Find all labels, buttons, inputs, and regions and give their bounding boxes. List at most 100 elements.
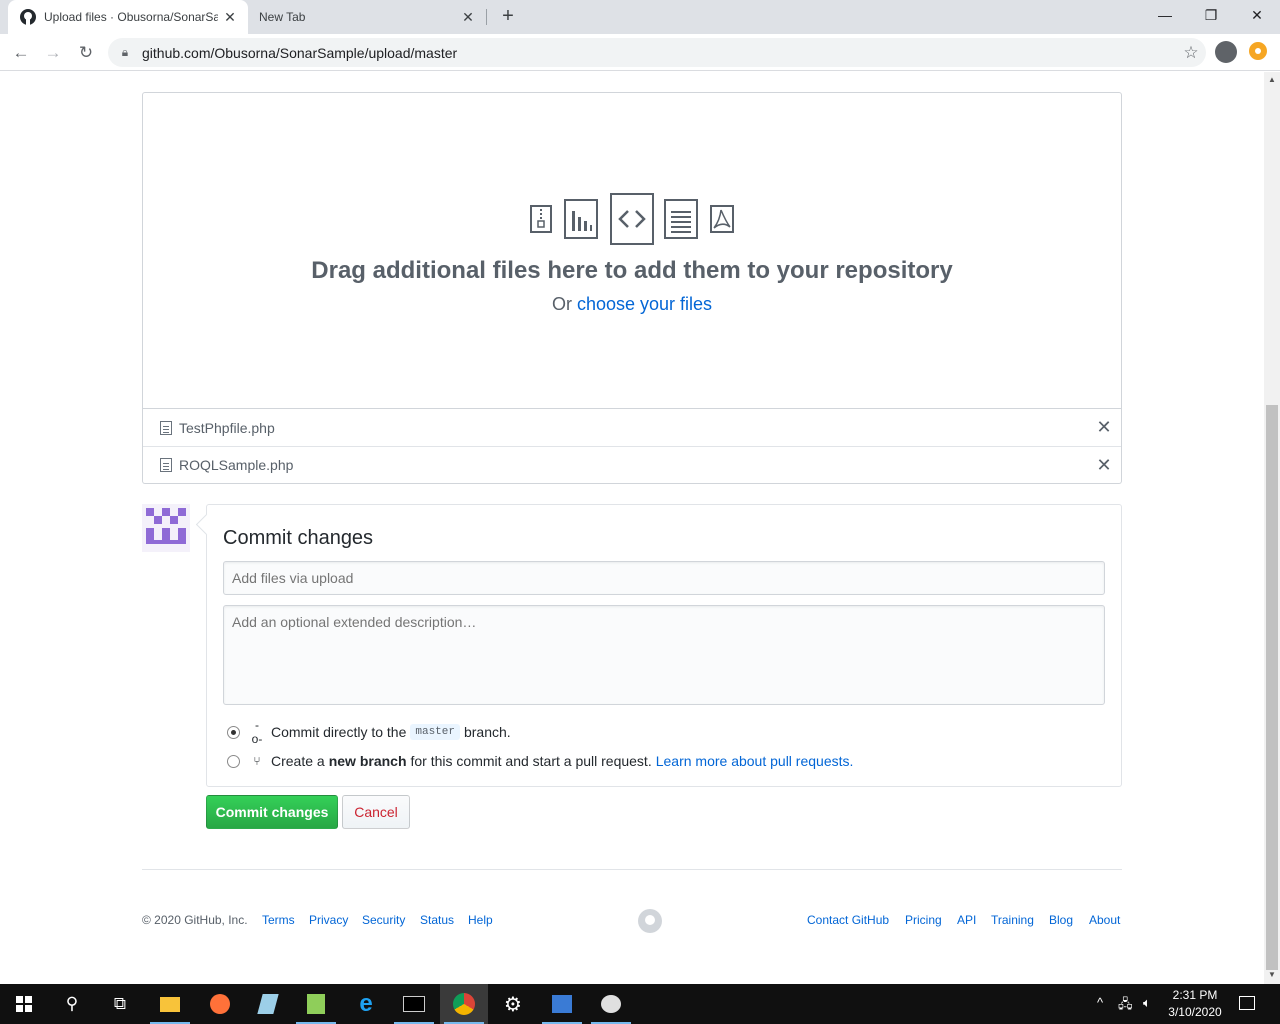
settings-gear-icon[interactable]: ⚙ (489, 984, 537, 1024)
firefox-icon[interactable] (196, 984, 244, 1024)
network-status-icon[interactable]: 🖧︎ (1118, 995, 1133, 1017)
file-icon (160, 458, 172, 472)
tab-strip: Upload files · Obusorna/SonarSample ✕ Ne… (0, 0, 1280, 34)
search-icon[interactable]: ⚲ (48, 984, 96, 1024)
tab-new-tab[interactable]: New Tab ✕ (248, 0, 486, 34)
footer: © 2020 GitHub, Inc. Terms Privacy Securi… (142, 909, 1122, 933)
footer-link-security[interactable]: Security (362, 913, 405, 927)
tray-overflow-icon[interactable]: ^ (1097, 995, 1103, 1010)
tab-upload-files[interactable]: Upload files · Obusorna/SonarSample ✕ (8, 0, 248, 34)
task-view-icon[interactable]: ⧉ (96, 984, 144, 1024)
taskbar: ⚲ ⧉ e ⚙ ^ 🖧︎ 🔈︎ 2:31 PM 3/10/2020 (0, 984, 1280, 1024)
cancel-button[interactable]: Cancel (342, 795, 410, 829)
page-content: Drag additional files here to add them t… (0, 72, 1264, 984)
action-center-icon[interactable] (1239, 996, 1255, 1010)
commit-direct-option[interactable]: -o- Commit directly to the master branch… (227, 718, 511, 746)
footer-link-help[interactable]: Help (468, 913, 493, 927)
reload-icon[interactable]: ↻ (73, 40, 99, 66)
pdf-file-icon (710, 205, 734, 233)
footer-copyright: © 2020 GitHub, Inc. (142, 913, 248, 927)
forward-icon[interactable]: → (40, 40, 66, 66)
git-pull-request-icon: ⑂ (253, 754, 261, 768)
commit-description-input[interactable] (223, 605, 1105, 705)
footer-link-pricing[interactable]: Pricing (905, 913, 942, 927)
chrome-icon[interactable] (440, 984, 488, 1024)
commit-form: Commit changes -o- Commit directly to th… (206, 504, 1122, 787)
footer-link-privacy[interactable]: Privacy (309, 913, 348, 927)
start-button[interactable] (0, 984, 48, 1024)
github-logo-icon[interactable] (638, 909, 662, 933)
git-commit-icon: -o- (251, 718, 263, 746)
clock-date: 3/10/2020 (1168, 1005, 1222, 1019)
tab-title: Upload files · Obusorna/SonarSample (44, 10, 218, 24)
remove-file-icon[interactable]: ✕ (1087, 455, 1121, 476)
footer-link-training[interactable]: Training (991, 913, 1034, 927)
new-branch-option[interactable]: ⑂ Create a new branch for this commit an… (227, 751, 853, 771)
choose-files-link[interactable]: choose your files (577, 294, 712, 314)
learn-more-link[interactable]: Learn more about pull requests. (656, 753, 854, 769)
browser-toolbar: ← → ↻ 🔒︎ github.com/Obusorna/SonarSample… (0, 34, 1280, 71)
windows-logo-icon (16, 996, 32, 1012)
new-branch-radio[interactable] (227, 754, 240, 768)
file-icon (160, 420, 172, 435)
dropzone-or-text: Or (551, 294, 572, 314)
footer-link-status[interactable]: Status (420, 913, 454, 927)
upload-dropzone[interactable]: Drag additional files here to add them t… (142, 92, 1122, 409)
new-branch-suffix: for this commit and start a pull request… (410, 753, 652, 769)
taskbar-clock[interactable]: 2:31 PM 3/10/2020 (1166, 987, 1224, 1021)
footer-link-contact[interactable]: Contact GitHub (807, 913, 889, 927)
remove-file-icon[interactable]: ✕ (1087, 417, 1121, 438)
lock-icon[interactable]: 🔒︎ (108, 45, 142, 60)
text-file-icon (664, 199, 698, 239)
extension-icon[interactable] (1249, 42, 1267, 60)
github-favicon-icon (20, 9, 36, 25)
network-app-icon[interactable] (538, 984, 586, 1024)
footer-link-terms[interactable]: Terms (262, 913, 295, 927)
internet-explorer-icon[interactable]: e (342, 984, 390, 1024)
profile-avatar-icon[interactable] (1215, 41, 1237, 63)
scroll-up-icon[interactable]: ▲ (1268, 75, 1276, 84)
tab-title: New Tab (259, 10, 306, 24)
file-row: TestPhpfile.php ✕ (143, 409, 1121, 446)
new-tab-icon[interactable]: + (496, 5, 520, 29)
file-name: ROQLSample.php (179, 457, 294, 473)
dropzone-subtitle: Or choose your files (143, 294, 1121, 315)
footer-divider (142, 869, 1122, 870)
uploaded-file-list: TestPhpfile.php ✕ ROQLSample.php ✕ (142, 409, 1122, 484)
tab-separator (486, 9, 487, 25)
commit-direct-prefix: Commit directly to the (271, 724, 407, 740)
address-bar[interactable]: 🔒︎ github.com/Obusorna/SonarSample/uploa… (108, 38, 1206, 67)
scroll-thumb[interactable] (1266, 405, 1278, 970)
restore-icon[interactable]: ❐ (1188, 0, 1234, 30)
window-close-icon[interactable]: ✕ (1234, 0, 1280, 30)
volume-muted-icon[interactable]: 🔈︎ (1143, 995, 1151, 1011)
tab-close-icon[interactable]: ✕ (456, 9, 480, 26)
file-type-icons (528, 193, 738, 245)
file-explorer-icon[interactable] (146, 984, 194, 1024)
commit-summary-input[interactable] (223, 561, 1105, 595)
code-file-icon (610, 193, 654, 245)
scroll-down-icon[interactable]: ▼ (1268, 970, 1276, 979)
notepad-plus-icon[interactable] (292, 984, 340, 1024)
commit-changes-button[interactable]: Commit changes (206, 795, 338, 829)
minimize-icon[interactable]: — (1142, 0, 1188, 30)
app-crystal-icon[interactable] (244, 984, 292, 1024)
footer-link-blog[interactable]: Blog (1049, 913, 1073, 927)
url-text[interactable]: github.com/Obusorna/SonarSample/upload/m… (142, 45, 1176, 61)
clock-time: 2:31 PM (1172, 988, 1218, 1002)
new-branch-bold: new branch (328, 753, 407, 769)
paint-app-icon[interactable] (587, 984, 635, 1024)
commit-direct-radio[interactable] (227, 725, 240, 739)
back-icon[interactable]: ← (8, 40, 34, 66)
dropzone-title: Drag additional files here to add them t… (311, 257, 953, 284)
terminal-icon[interactable] (390, 984, 438, 1024)
tab-close-icon[interactable]: ✕ (218, 9, 242, 26)
zip-file-icon (530, 205, 552, 233)
footer-link-api[interactable]: API (957, 913, 976, 927)
new-branch-prefix: Create a (271, 753, 325, 769)
branch-name: master (410, 724, 460, 740)
user-avatar[interactable] (142, 504, 190, 552)
bookmark-star-icon[interactable]: ☆ (1176, 43, 1206, 63)
page-scrollbar[interactable]: ▲ ▼ (1264, 72, 1280, 984)
footer-link-about[interactable]: About (1089, 913, 1120, 927)
